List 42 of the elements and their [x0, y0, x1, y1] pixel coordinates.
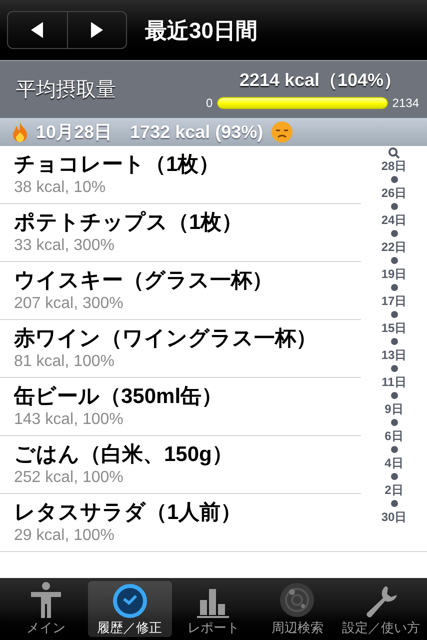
- wrench-icon: [364, 584, 398, 618]
- list-row[interactable]: レタスサラダ（1人前） 29 kcal, 100%: [0, 494, 361, 552]
- index-label[interactable]: 30日: [381, 510, 407, 524]
- index-label[interactable]: 15日: [381, 321, 407, 335]
- screen-title: 最近30日間: [145, 16, 258, 44]
- tab-button[interactable]: 設定／使い方: [339, 581, 423, 637]
- section-date: 10月28日: [36, 120, 112, 144]
- search-icon[interactable]: [388, 147, 400, 159]
- radar-icon: [279, 582, 316, 618]
- section-total: 1732 kcal (93%): [130, 120, 264, 144]
- index-label[interactable]: 28日: [381, 159, 407, 173]
- sad-face-icon: [271, 121, 294, 143]
- tab-button[interactable]: 周辺検索: [255, 581, 340, 637]
- index-label[interactable]: 24日: [381, 213, 407, 227]
- scale-max: 2134: [392, 95, 419, 112]
- index-label[interactable]: 2日: [384, 483, 404, 497]
- index-label[interactable]: 9日: [384, 402, 404, 416]
- index-label[interactable]: 4日: [384, 456, 404, 470]
- list-row[interactable]: ポテトチップス（1枚） 33 kcal, 300%: [0, 204, 361, 262]
- person-icon: [30, 582, 61, 618]
- index-label[interactable]: 19日: [381, 267, 407, 281]
- right-triangle-icon: [88, 20, 105, 40]
- average-value: 2214 kcal（104%）: [238, 69, 402, 92]
- tab-button[interactable]: 履歴／修正: [88, 581, 172, 637]
- list-row[interactable]: チョコレート（1枚） 38 kcal, 10%: [0, 146, 361, 204]
- list-row[interactable]: ウイスキー（グラス一杯） 207 kcal, 300%: [0, 262, 361, 320]
- index-label[interactable]: 22日: [381, 240, 407, 254]
- index-label[interactable]: 17日: [381, 294, 407, 308]
- index-label[interactable]: 6日: [384, 429, 404, 443]
- flame-icon: [12, 122, 28, 142]
- summary-label: 平均摂取量: [16, 78, 117, 102]
- list-row[interactable]: 赤ワイン（ワイングラス一杯） 81 kcal, 100%: [0, 320, 361, 378]
- tab-button[interactable]: メイン: [4, 581, 88, 637]
- scale-min: 0: [206, 95, 213, 112]
- list-row[interactable]: 缶ビール（350ml缶） 143 kcal, 100%: [0, 378, 361, 436]
- list-row[interactable]: ごはん（白米、150g） 252 kcal, 100%: [0, 436, 361, 494]
- index-label[interactable]: 13日: [381, 348, 407, 362]
- index-label[interactable]: 11日: [382, 375, 406, 389]
- clock-icon: [112, 584, 147, 618]
- tab-button[interactable]: レポート: [172, 581, 256, 637]
- left-triangle-icon: [29, 20, 46, 40]
- index-label[interactable]: 26日: [381, 186, 407, 200]
